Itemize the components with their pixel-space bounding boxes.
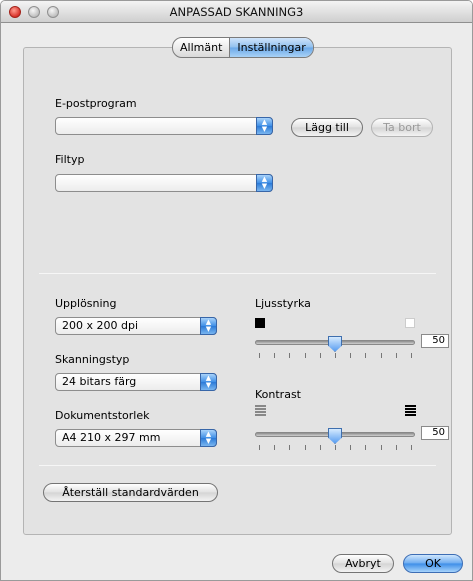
slider-tick (365, 353, 367, 358)
title-bar: ANPASSAD SKANNING3 (1, 1, 472, 23)
filetype-label: Filtyp (55, 153, 85, 166)
tab-general[interactable]: Allmänt (173, 38, 229, 57)
slider-tick (259, 445, 260, 450)
scantype-label: Skanningstyp (55, 353, 130, 366)
slider-tick (274, 353, 276, 358)
slider-tick (319, 353, 321, 358)
window-title: ANPASSAD SKANNING3 (169, 5, 304, 19)
email-program-select[interactable]: ▲ ▼ (55, 117, 273, 135)
docsize-value: A4 210 x 297 mm (62, 431, 161, 444)
separator (39, 465, 436, 466)
slider-tick (350, 353, 352, 358)
remove-button[interactable]: Ta bort (371, 118, 433, 137)
slider-tick (380, 353, 382, 358)
popup-arrows-icon: ▲ ▼ (200, 429, 217, 447)
popup-arrows-icon: ▲ ▼ (200, 373, 217, 391)
tab-bar: Allmänt Inställningar (172, 37, 314, 58)
resolution-value: 200 x 200 dpi (62, 319, 139, 332)
scantype-value: 24 bitars färg (62, 375, 137, 388)
slider-tick (411, 353, 412, 358)
tab-settings[interactable]: Inställningar (229, 38, 313, 57)
contrast-high-icon (405, 405, 416, 416)
add-button[interactable]: Lägg till (291, 118, 363, 137)
contrast-low-icon (255, 405, 266, 416)
contrast-value[interactable]: 50 (421, 426, 449, 440)
scan-settings-window: ANPASSAD SKANNING3 Allmänt Inställningar… (0, 0, 473, 581)
contrast-label: Kontrast (255, 388, 301, 401)
cancel-button[interactable]: Avbryt (332, 554, 394, 573)
filetype-select[interactable]: ▲ ▼ (55, 174, 273, 192)
slider-tick (335, 353, 336, 358)
docsize-label: Dokumentstorlek (55, 409, 150, 422)
slider-tick (304, 445, 306, 450)
popup-arrows-icon: ▲ ▼ (256, 174, 273, 192)
slider-tick (274, 445, 276, 450)
slider-tick (289, 353, 291, 358)
slider-tick (289, 445, 291, 450)
resolution-label: Upplösning (55, 297, 117, 310)
brightness-label: Ljusstyrka (255, 297, 311, 310)
email-program-label: E-postprogram (55, 97, 137, 110)
slider-tick (335, 445, 336, 450)
reset-defaults-button[interactable]: Återställ standardvärden (43, 483, 218, 502)
slider-tick (350, 445, 352, 450)
light-square-icon (405, 318, 415, 328)
slider-tick (319, 445, 321, 450)
slider-tick (304, 353, 306, 358)
slider-tick (395, 445, 397, 450)
slider-tick (395, 353, 397, 358)
brightness-ticks (255, 353, 415, 359)
brightness-value[interactable]: 50 (421, 334, 449, 348)
popup-arrows-icon: ▲ ▼ (256, 117, 273, 135)
slider-tick (380, 445, 382, 450)
popup-arrows-icon: ▲ ▼ (200, 317, 217, 335)
docsize-select[interactable]: A4 210 x 297 mm ▲ ▼ (55, 429, 217, 447)
slider-tick (411, 445, 412, 450)
slider-tick (365, 445, 367, 450)
contrast-ticks (255, 445, 415, 451)
ok-button[interactable]: OK (403, 554, 463, 573)
resolution-select[interactable]: 200 x 200 dpi ▲ ▼ (55, 317, 217, 335)
dark-square-icon (255, 318, 265, 328)
slider-tick (259, 353, 260, 358)
scantype-select[interactable]: 24 bitars färg ▲ ▼ (55, 373, 217, 391)
separator (39, 273, 436, 274)
